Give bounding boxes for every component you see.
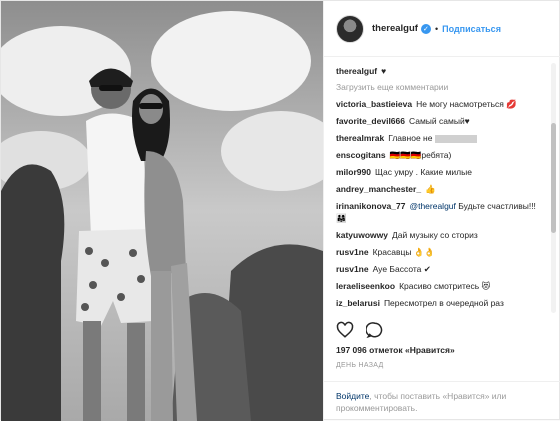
post-photo[interactable] xyxy=(1,1,323,421)
comment-text: Самый самый♥ xyxy=(408,116,470,126)
comments-scrollbar[interactable] xyxy=(551,63,556,313)
load-more-comments[interactable]: Загрузить еще комментарии xyxy=(336,82,542,92)
comment-item: rusv1ne Красавцы 👌👌 xyxy=(336,246,542,258)
scrollbar-thumb[interactable] xyxy=(551,123,556,233)
comment-text: 👍 xyxy=(425,184,436,194)
comment-username[interactable]: favorite_devil666 xyxy=(336,116,405,126)
comment-username[interactable]: enscogitans xyxy=(336,150,386,160)
comment-item: therealmrak Главное не xyxy=(336,132,542,144)
comment-username[interactable]: victoria_bastieieva xyxy=(336,99,412,109)
comment-username[interactable]: therealmrak xyxy=(336,133,384,143)
post-timestamp: ДЕНЬ НАЗАД xyxy=(336,362,384,369)
comment-text: Ауе Бассота ✔ xyxy=(372,264,431,274)
comment-username[interactable]: andrey_manchester_ xyxy=(336,184,421,194)
comment-username[interactable]: rusv1ne xyxy=(336,264,369,274)
photo-image xyxy=(1,1,323,421)
comment-text: Главное не xyxy=(388,133,433,143)
caption-username[interactable]: therealguf xyxy=(336,66,377,76)
comment-item: leraeliseenkoo Красиво смотритесь 😻 xyxy=(336,280,542,292)
comment-item: andrey_manchester_ 👍 xyxy=(336,183,542,195)
comment-text: 🇩🇪🇩🇪🇩🇪ребята) xyxy=(389,150,452,160)
heart-icon[interactable] xyxy=(336,321,354,339)
comment-item: rusv1ne Ауе Бассота ✔ xyxy=(336,263,542,275)
post-actions xyxy=(336,321,384,339)
caption: therealguf ♥ xyxy=(336,65,542,77)
login-link[interactable]: Войдите xyxy=(336,391,369,401)
comment-item: katyuwowwy Дай музыку со сториз xyxy=(336,229,542,241)
comment-icon[interactable] xyxy=(366,321,384,339)
comment-text: Красиво смотритесь 😻 xyxy=(399,281,491,291)
header-separator: • xyxy=(434,23,439,34)
header-username[interactable]: therealguf xyxy=(372,23,418,34)
verified-icon: ✓ xyxy=(420,23,431,34)
login-prompt: Войдите, чтобы поставить «Нравится» или … xyxy=(324,381,560,421)
comments-list[interactable]: therealguf ♥ Загрузить еще комментарии vi… xyxy=(324,57,560,319)
comment-username[interactable]: irinanikonova_77 xyxy=(336,201,405,211)
redacted-text xyxy=(435,134,478,143)
comment-text: Пересмотрел в очередной раз xyxy=(383,298,504,308)
comment-username[interactable]: leraeliseenkoo xyxy=(336,281,395,291)
comment-text: Не могу насмотреться 💋 xyxy=(416,99,517,109)
comment-mention[interactable]: @therealguf xyxy=(409,201,455,211)
comment-username[interactable]: rusv1ne xyxy=(336,247,369,257)
instagram-post: therealguf ✓ • Подписаться therealguf ♥ З… xyxy=(0,0,560,421)
post-header: therealguf ✓ • Подписаться xyxy=(324,1,560,57)
comment-item: milor990 Щас умру . Какие милые xyxy=(336,166,542,178)
likes-count[interactable]: 197 096 отметок «Нравится» xyxy=(336,345,455,355)
comment-item: enscogitans 🇩🇪🇩🇪🇩🇪ребята) xyxy=(336,149,542,161)
comment-text: Дай музыку со сториз xyxy=(391,230,478,240)
avatar[interactable] xyxy=(336,14,364,43)
post-sidebar: therealguf ✓ • Подписаться therealguf ♥ З… xyxy=(323,1,560,421)
follow-button[interactable]: Подписаться xyxy=(442,24,501,34)
comment-item: irinanikonova_77 @therealguf Будьте счаст… xyxy=(336,200,542,224)
comment-username[interactable]: katyuwowwy xyxy=(336,230,388,240)
comment-text: Красавцы 👌👌 xyxy=(372,247,436,257)
comment-username[interactable]: iz_belarusi xyxy=(336,298,380,308)
comment-text: Щас умру . Какие милые xyxy=(374,167,472,177)
comment-item: victoria_bastieieva Не могу насмотреться … xyxy=(336,98,542,110)
comment-item: favorite_devil666 Самый самый♥ xyxy=(336,115,542,127)
comment-item: iz_belarusi Пересмотрел в очередной раз xyxy=(336,297,542,309)
comment-username[interactable]: milor990 xyxy=(336,167,371,177)
caption-text: ♥ xyxy=(381,66,387,76)
